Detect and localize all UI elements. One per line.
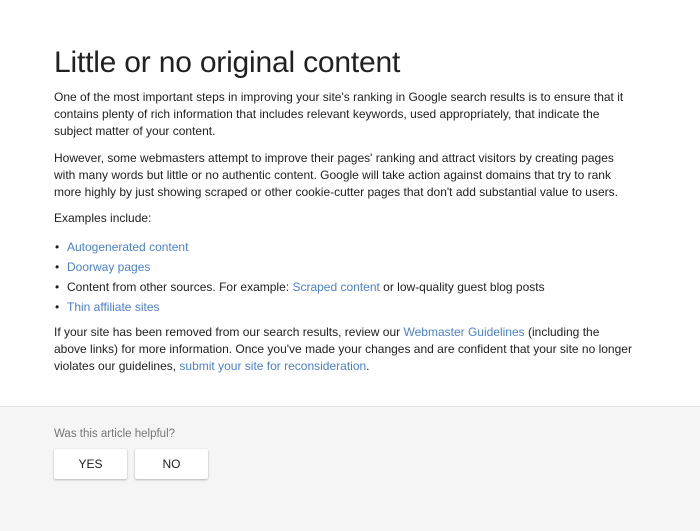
second-paragraph: However, some webmasters attempt to impr… <box>54 151 618 199</box>
scraped-content-link[interactable]: Scraped content <box>292 280 379 294</box>
page-title: Little or no original content <box>54 46 401 79</box>
list-item-text: or low-quality guest blog posts <box>379 280 545 294</box>
yes-button[interactable]: YES <box>54 449 127 479</box>
doorway-pages-link[interactable]: Doorway pages <box>67 260 150 274</box>
examples-intro: Examples include: <box>54 211 152 225</box>
thin-affiliate-sites-link[interactable]: Thin affiliate sites <box>67 300 160 314</box>
article-body: Little or no original content One of the… <box>0 0 700 406</box>
closing-text: . <box>366 359 370 373</box>
list-item: • Content from other sources. For exampl… <box>54 277 634 297</box>
closing-text: If your site has been removed from our s… <box>54 325 404 339</box>
list-item-text: Content from other sources. For example: <box>67 280 293 294</box>
examples-list: • Autogenerated content • Doorway pages … <box>54 237 634 317</box>
webmaster-guidelines-link[interactable]: Webmaster Guidelines <box>403 325 524 339</box>
list-item: • Thin affiliate sites <box>54 297 634 317</box>
feedback-section: Was this article helpful? YES NO <box>0 407 700 531</box>
bullet-icon: • <box>55 260 60 274</box>
list-item: • Doorway pages <box>54 257 634 277</box>
autogenerated-content-link[interactable]: Autogenerated content <box>67 240 188 254</box>
list-item: • Autogenerated content <box>54 237 634 257</box>
bullet-icon: • <box>55 280 60 294</box>
bullet-icon: • <box>55 300 60 314</box>
closing-paragraph: If your site has been removed from our s… <box>54 324 634 375</box>
feedback-question: Was this article helpful? <box>54 428 176 440</box>
no-button[interactable]: NO <box>135 449 208 479</box>
bullet-icon: • <box>55 240 60 254</box>
submit-reconsideration-link[interactable]: submit your site for reconsideration <box>179 359 366 373</box>
intro-paragraph: One of the most important steps in impro… <box>54 90 624 138</box>
